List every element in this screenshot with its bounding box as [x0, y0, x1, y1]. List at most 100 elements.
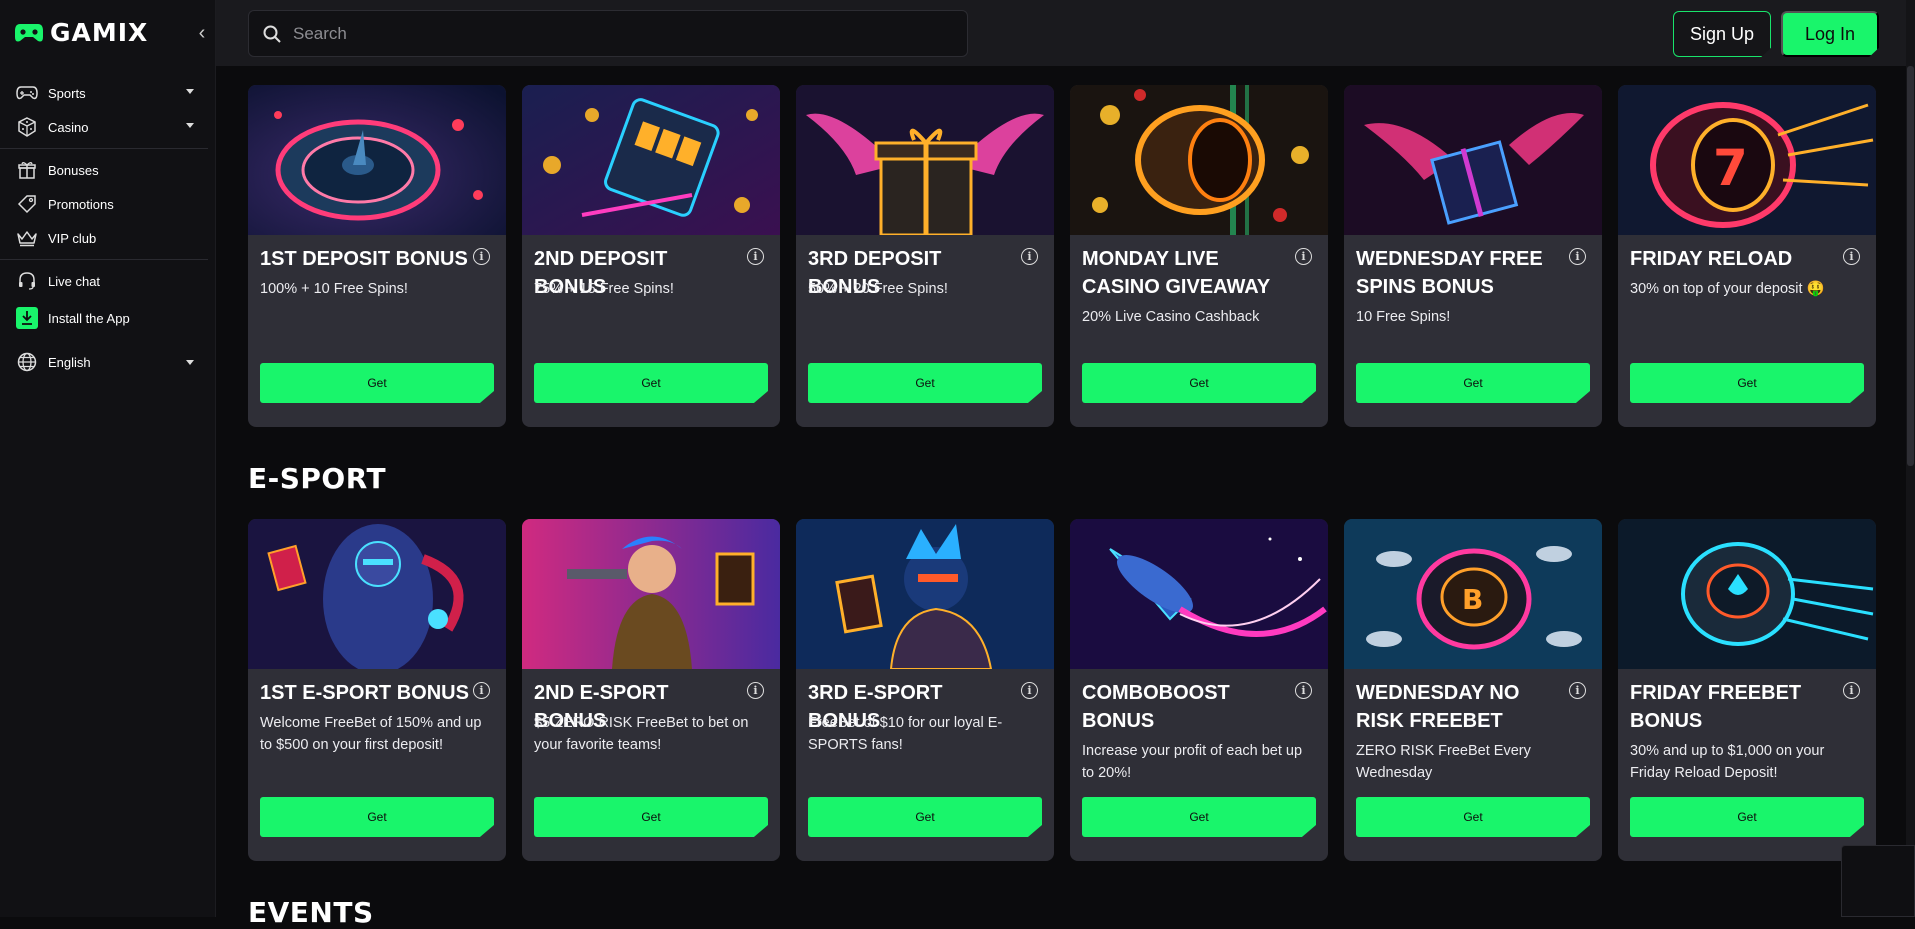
sign-up-button[interactable]: Sign Up	[1673, 11, 1771, 57]
caret-down-icon	[186, 123, 194, 128]
svg-text:B: B	[1462, 583, 1483, 616]
get-bonus-button[interactable]: Get	[1082, 797, 1316, 837]
get-bonus-button[interactable]: Get	[808, 797, 1042, 837]
section-title-events: EVENTS	[248, 896, 374, 929]
bonus-card: COMBOBOOST BONUS i Increase your profit …	[1070, 519, 1328, 861]
info-icon[interactable]: i	[1569, 682, 1586, 699]
bonus-title: FRIDAY RELOAD	[1630, 248, 1793, 270]
crown-icon	[14, 227, 40, 249]
get-bonus-button[interactable]: Get	[1356, 797, 1590, 837]
sidebar-item-label: VIP club	[48, 230, 97, 246]
collapse-sidebar-button[interactable]: ‹	[190, 18, 214, 48]
sidebar-item-label: Bonuses	[48, 162, 99, 178]
gamepad-icon	[14, 82, 40, 104]
get-bonus-button[interactable]: Get	[1082, 363, 1316, 403]
sidebar-item-promotions[interactable]: Promotions	[0, 187, 208, 221]
info-icon[interactable]: i	[1021, 248, 1038, 265]
bonus-title: MONDAY LIVE CASINO GIVEAWAY	[1082, 248, 1271, 298]
bonus-card: 2ND E-SPORT BONUS i $5 ZERO RISK FreeBet…	[522, 519, 780, 861]
bonus-image-slot-machine	[522, 85, 780, 235]
bonus-title: WEDNESDAY FREE SPINS BONUS	[1356, 248, 1543, 298]
info-icon[interactable]: i	[1843, 248, 1860, 265]
bonus-description: 30% on top of your deposit 🤑	[1630, 281, 1825, 297]
divider	[0, 148, 208, 149]
bonus-card: MONDAY LIVE CASINO GIVEAWAY i 20% Live C…	[1070, 85, 1328, 427]
get-bonus-button[interactable]: Get	[534, 797, 768, 837]
bonus-image-golden-reel	[1070, 85, 1328, 235]
bonus-description: 50% + 20 Free Spins!	[808, 281, 948, 297]
sidebar-item-label: Sports	[48, 85, 86, 101]
caret-down-icon	[186, 89, 194, 94]
get-bonus-button[interactable]: Get	[260, 797, 494, 837]
bonus-description: 100% + 10 Free Spins!	[260, 281, 408, 297]
bonus-description: 30% and up to $1,000 on your Friday Relo…	[1630, 743, 1825, 781]
info-icon[interactable]: i	[1021, 682, 1038, 699]
bonus-card: 3RD DEPOSIT BONUS i 50% + 20 Free Spins!…	[796, 85, 1054, 427]
search-input[interactable]	[293, 23, 913, 44]
download-icon	[14, 307, 40, 329]
chevron-left-icon: ‹	[198, 21, 206, 44]
gamepad-logo-icon	[15, 23, 43, 41]
sidebar-item-label: Casino	[48, 119, 89, 135]
sidebar-item-label: Live chat	[48, 273, 101, 289]
get-bonus-button[interactable]: Get	[534, 363, 768, 403]
info-icon[interactable]: i	[747, 682, 764, 699]
bonus-card: WEDNESDAY FREE SPINS BONUS i 10 Free Spi…	[1344, 85, 1602, 427]
bonus-card: 2ND DEPOSIT BONUS i 75% + 15 Free Spins!…	[522, 85, 780, 427]
section-title-esport: E-SPORT	[248, 462, 387, 495]
sidebar-item-sports[interactable]: Sports	[0, 76, 208, 110]
bonus-description: FreeBet of $10 for our loyal E-SPORTS fa…	[808, 715, 1003, 753]
caret-down-icon	[186, 360, 194, 365]
info-icon[interactable]: i	[1569, 248, 1586, 265]
svg-text:7: 7	[1713, 139, 1748, 197]
info-icon[interactable]: i	[473, 248, 490, 265]
bonus-title: 1ST E-SPORT BONUS	[260, 682, 469, 704]
bonus-description: ZERO RISK FreeBet Every Wednesday	[1356, 743, 1531, 781]
recaptcha-badge[interactable]	[1841, 845, 1915, 917]
get-bonus-button[interactable]: Get	[1356, 363, 1590, 403]
bonus-card: 3RD E-SPORT BONUS i FreeBet of $10 for o…	[796, 519, 1054, 861]
logo[interactable]: GAMIX	[14, 18, 148, 47]
sidebar-item-label: Install the App	[48, 310, 130, 326]
sidebar-item-label: English	[48, 354, 91, 370]
bonus-description: 10 Free Spins!	[1356, 309, 1451, 325]
info-icon[interactable]: i	[1295, 248, 1312, 265]
sidebar-item-language[interactable]: English	[0, 338, 208, 386]
divider	[0, 259, 208, 260]
sidebar-item-vip-club[interactable]: VIP club	[0, 221, 208, 255]
sidebar-item-bonuses[interactable]: Bonuses	[0, 153, 208, 187]
sidebar-nav: Sports Casino Bonuses Promotions VIP clu…	[0, 76, 208, 386]
bonus-card: FRIDAY FREEBET BONUS i 30% and up to $1,…	[1618, 519, 1876, 861]
sidebar-item-live-chat[interactable]: Live chat	[0, 264, 208, 298]
log-in-button[interactable]: Log In	[1781, 11, 1879, 57]
gift-icon	[14, 159, 40, 181]
get-bonus-button[interactable]: Get	[808, 363, 1042, 403]
bonus-image-robot-warrior	[248, 519, 506, 669]
bonus-card: 1ST DEPOSIT BONUS i 100% + 10 Free Spins…	[248, 85, 506, 427]
bonus-image-lucky-seven: 7	[1618, 85, 1876, 235]
bonus-image-rocket	[1070, 519, 1328, 669]
info-icon[interactable]: i	[1295, 682, 1312, 699]
info-icon[interactable]: i	[473, 682, 490, 699]
sidebar-item-casino[interactable]: Casino	[0, 110, 208, 144]
bonus-description: 75% + 15 Free Spins!	[534, 281, 674, 297]
search-icon	[263, 25, 281, 43]
bonus-description: Welcome FreeBet of 150% and up to $500 o…	[260, 715, 482, 753]
search-box[interactable]	[248, 10, 968, 57]
get-bonus-button[interactable]: Get	[1630, 363, 1864, 403]
get-bonus-button[interactable]: Get	[260, 363, 494, 403]
info-icon[interactable]: i	[747, 248, 764, 265]
bonus-image-winged-gift	[796, 85, 1054, 235]
bonus-image-winged-box	[1344, 85, 1602, 235]
sidebar-item-install-app[interactable]: Install the App	[0, 298, 208, 338]
bonus-description: 20% Live Casino Cashback	[1082, 309, 1260, 325]
bonus-image-masked-hero	[796, 519, 1054, 669]
tag-icon	[14, 193, 40, 215]
scrollbar-thumb[interactable]	[1907, 66, 1914, 466]
bonus-title: COMBOBOOST BONUS	[1082, 682, 1230, 732]
globe-icon	[14, 351, 40, 373]
info-icon[interactable]: i	[1843, 682, 1860, 699]
bonus-description: $5 ZERO RISK FreeBet to bet on your favo…	[534, 715, 749, 753]
bonus-grid-casino: 1ST DEPOSIT BONUS i 100% + 10 Free Spins…	[248, 85, 1876, 427]
get-bonus-button[interactable]: Get	[1630, 797, 1864, 837]
